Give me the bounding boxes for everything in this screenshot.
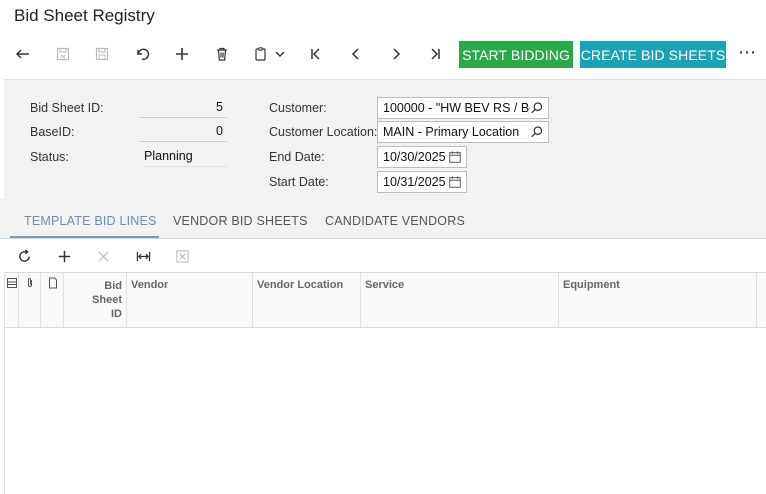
base-id-label: BaseID: (30, 125, 75, 139)
active-tab-indicator (10, 236, 159, 238)
start-date-value: 10/31/2025 (383, 175, 446, 189)
column-bid-sheet-id[interactable]: Bid Sheet ID (64, 273, 127, 328)
add-row-icon[interactable] (55, 247, 73, 265)
create-bid-sheets-button[interactable]: CREATE BID SHEETS (580, 41, 726, 68)
summary-form: Bid Sheet ID: 5 BaseID: 0 Status: Planni… (4, 79, 766, 199)
search-icon[interactable] (530, 101, 544, 115)
tab-bar: TEMPLATE BID LINES VENDOR BID SHEETS CAN… (0, 199, 766, 239)
customer-location-value: MAIN - Primary Location (383, 125, 520, 139)
back-arrow-icon[interactable] (12, 43, 34, 65)
column-equipment[interactable]: Equipment (559, 273, 757, 328)
grid-toolbar (0, 240, 766, 272)
previous-record-icon[interactable] (345, 43, 367, 65)
start-date-field[interactable]: 10/31/2025 (377, 171, 467, 193)
status-label: Status: (30, 150, 69, 164)
customer-value: 100000 - "HW BEV RS / Bev (383, 101, 543, 115)
add-icon[interactable] (171, 43, 193, 65)
refresh-icon[interactable] (15, 247, 33, 265)
column-bid-sheet-id-line1: Bid (104, 280, 122, 292)
column-notes[interactable] (41, 273, 64, 328)
grid-body (5, 328, 766, 494)
column-service[interactable]: Service (361, 273, 559, 328)
search-icon[interactable] (530, 125, 544, 139)
tab-candidate-vendors[interactable]: CANDIDATE VENDORS (325, 214, 465, 228)
end-date-value: 10/30/2025 (383, 150, 446, 164)
base-id-field[interactable]: 0 (139, 122, 227, 142)
bid-sheet-id-field[interactable]: 5 (139, 98, 227, 118)
end-date-label: End Date: (269, 150, 325, 164)
chevron-down-icon[interactable] (272, 43, 288, 65)
column-vendor[interactable]: Vendor (127, 273, 253, 328)
first-record-icon[interactable] (305, 43, 327, 65)
save-icon[interactable] (91, 43, 113, 65)
save-close-icon[interactable] (52, 43, 74, 65)
column-attachments[interactable] (19, 273, 41, 328)
undo-icon[interactable] (131, 43, 153, 65)
tab-template-bid-lines[interactable]: TEMPLATE BID LINES (24, 214, 157, 228)
customer-label: Customer: (269, 101, 327, 115)
column-bid-sheet-id-line2: Sheet (92, 294, 122, 306)
column-row-selector[interactable] (5, 273, 19, 328)
status-field[interactable]: Planning (144, 147, 227, 167)
column-bid-sheet-id-line3: ID (111, 308, 122, 320)
next-record-icon[interactable] (385, 43, 407, 65)
more-menu-button[interactable]: ⋯ (738, 42, 757, 63)
fit-columns-icon[interactable] (134, 247, 152, 265)
end-date-field[interactable]: 10/30/2025 (377, 146, 467, 168)
last-record-icon[interactable] (424, 43, 446, 65)
paperclip-icon (28, 278, 32, 287)
template-bid-lines-grid: Bid Sheet ID Vendor Vendor Location Serv… (4, 272, 766, 494)
note-icon (49, 277, 57, 289)
customer-field[interactable]: 100000 - "HW BEV RS / Bev (377, 97, 549, 119)
column-vendor-location[interactable]: Vendor Location (253, 273, 361, 328)
main-toolbar: START BIDDING CREATE BID SHEETS ⋯ (0, 38, 766, 70)
grid-header: Bid Sheet ID Vendor Vendor Location Serv… (5, 272, 766, 328)
export-excel-icon[interactable] (173, 247, 191, 265)
calendar-icon[interactable] (448, 150, 462, 164)
delete-row-icon[interactable] (94, 247, 112, 265)
row-selector-icon (7, 278, 17, 288)
tab-vendor-bid-sheets[interactable]: VENDOR BID SHEETS (173, 214, 308, 228)
start-date-label: Start Date: (269, 175, 329, 189)
bid-sheet-id-label: Bid Sheet ID: (30, 101, 104, 115)
calendar-icon[interactable] (448, 175, 462, 189)
copy-paste-icon[interactable] (250, 43, 272, 65)
start-bidding-button[interactable]: START BIDDING (459, 41, 573, 68)
delete-icon[interactable] (211, 43, 233, 65)
customer-location-label: Customer Location: (269, 125, 378, 139)
customer-location-field[interactable]: MAIN - Primary Location (377, 121, 549, 143)
page-title: Bid Sheet Registry (14, 6, 155, 25)
